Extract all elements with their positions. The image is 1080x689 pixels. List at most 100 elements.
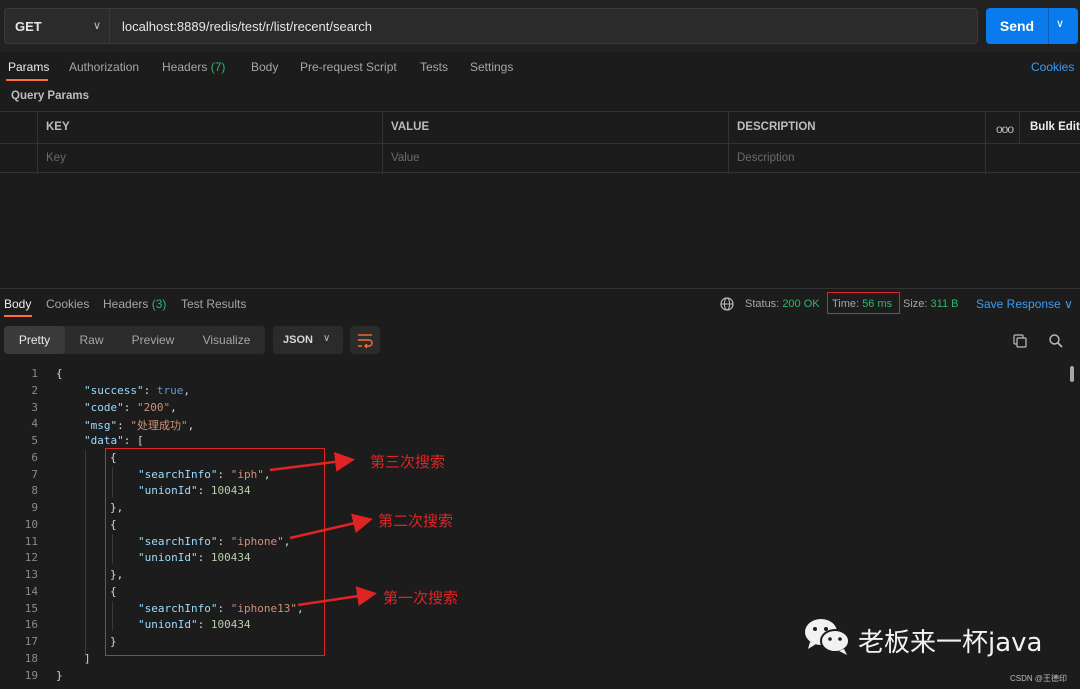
annotation-second-search: 第二次搜索 [378,512,454,530]
globe-icon[interactable] [720,297,734,311]
description-cell [729,143,986,174]
size-readout[interactable]: Size: 311 B [903,298,958,310]
code-line: "code": "200", [84,401,177,414]
key-input[interactable] [46,152,382,164]
active-tab-indicator [6,79,48,81]
tab-tests[interactable]: Tests [420,60,448,74]
annotation-first-search: 第一次搜索 [383,589,459,607]
copy-icon[interactable] [1012,333,1028,349]
send-chevron-down-icon[interactable]: ∨ [1056,17,1064,30]
send-divider [1048,8,1049,44]
code-line: } [56,669,63,682]
watermark: 老板来一杯java [800,614,1042,658]
response-tab-headers-count: (3) [151,297,167,311]
tab-headers[interactable]: Headers (7) [162,60,225,74]
format-label: JSON [283,334,313,346]
description-input[interactable] [737,152,985,164]
json-value: true [156,384,184,397]
row-handle [0,143,38,174]
line-number: 11 [24,535,38,548]
format-select[interactable]: JSON ∨ [273,326,343,354]
chevron-down-icon: ∨ [323,333,331,344]
tab-authorization[interactable]: Authorization [69,60,139,74]
panel-divider [0,288,1080,289]
code-line: "success": true, [84,384,190,397]
tab-body[interactable]: Body [251,60,278,74]
value-cell [383,143,729,174]
watermark-credit: CSDN @王德印 [1010,674,1068,683]
value-column-header: VALUE [383,112,729,143]
line-number: 7 [31,468,38,481]
line-number: 6 [31,451,38,464]
response-tab-headers[interactable]: Headers (3) [103,297,166,311]
line-number: 9 [31,501,38,514]
row-handle-header [0,112,38,143]
send-button[interactable]: Send ∨ [986,8,1078,44]
status-value: 200 OK [782,298,820,310]
active-response-tab-indicator [4,315,32,317]
url-input[interactable] [110,8,978,44]
json-value: "200" [137,401,171,414]
line-number: 3 [31,401,38,414]
json-key: "code" [84,401,124,414]
key-column-header: KEY [38,112,383,143]
line-number: 8 [31,484,38,497]
bulk-edit-button[interactable]: Bulk Edit [1030,112,1080,143]
request-bar: GET ∨ Send ∨ [0,0,1080,52]
size-value: 311 B [930,298,959,310]
json-key: "success" [84,384,144,397]
tab-headers-count: (7) [210,60,226,74]
line-number: 2 [31,384,38,397]
line-number: 19 [24,669,38,682]
tab-headers-label: Headers [162,60,208,74]
response-tab-cookies[interactable]: Cookies [46,297,89,311]
code-line: "msg": "处理成功", [84,419,195,432]
chevron-down-icon: ∨ [93,20,102,32]
tab-pre-request-script[interactable]: Pre-request Script [300,60,397,74]
send-label: Send [999,18,1035,34]
json-key: "msg" [84,419,118,432]
view-tab-pretty[interactable]: Pretty [4,326,65,354]
description-column-header: DESCRIPTION [729,112,986,143]
tab-settings[interactable]: Settings [470,60,513,74]
save-response-button[interactable]: Save Response ∨ [976,297,1073,311]
line-number: 17 [24,635,38,648]
response-tab-headers-label: Headers [103,297,149,311]
response-tab-body[interactable]: Body [4,297,31,311]
view-tab-preview[interactable]: Preview [118,326,188,354]
json-value: "处理成功" [130,419,188,432]
view-tab-visualize[interactable]: Visualize [188,326,265,354]
size-label: Size: [903,298,928,310]
response-tab-test-results[interactable]: Test Results [181,297,246,311]
value-input[interactable] [391,152,728,164]
annotation-third-search: 第三次搜索 [370,453,446,471]
indent-guide [85,450,86,656]
view-tab-raw[interactable]: Raw [65,326,118,354]
line-number: 4 [31,417,38,430]
vertical-scrollbar[interactable] [1070,366,1074,382]
search-icon[interactable] [1048,333,1064,349]
line-number: 14 [24,585,38,598]
annotation-box [105,448,325,656]
status-label: Status: [745,298,780,310]
wechat-icon [805,619,850,655]
code-line: "data": [ [84,434,144,447]
method-select[interactable]: GET ∨ [4,8,110,44]
wrap-lines-button[interactable] [350,326,380,354]
more-options-icon[interactable]: ooo [996,122,1014,136]
cookies-link[interactable]: Cookies [1031,60,1074,74]
json-key: "data" [84,434,124,447]
method-label: GET [15,19,42,34]
time-highlight-box [827,292,900,314]
key-cell [38,143,383,174]
request-tabs: Params Authorization Headers (7) Body Pr… [0,52,1080,82]
row-end-cell [986,143,1080,174]
chevron-down-icon: ∨ [1064,297,1073,311]
wrap-lines-icon [358,334,373,349]
code-line: ] [84,652,91,665]
line-number: 18 [24,652,38,665]
watermark-text: 老板来一杯java [858,628,1043,658]
tab-params[interactable]: Params [8,60,49,74]
view-mode-tabs: Pretty Raw Preview Visualize [4,326,265,354]
code-line: { [56,367,63,380]
